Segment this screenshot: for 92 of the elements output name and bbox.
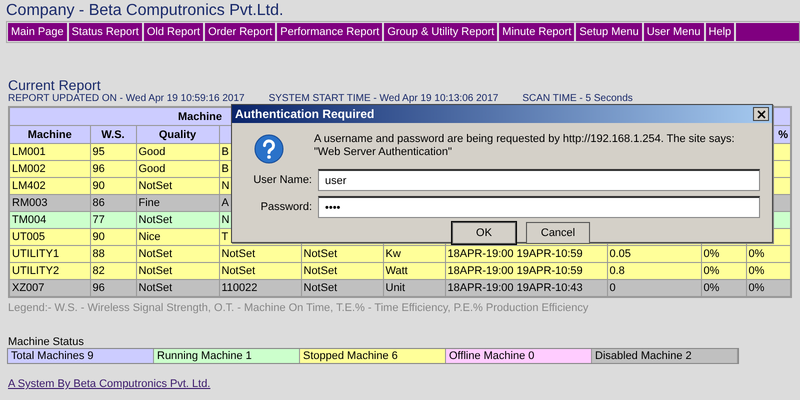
table-cell: N: [222, 180, 230, 192]
table-cell: UTILITY1: [12, 248, 60, 260]
table-cell: 0%: [704, 265, 720, 277]
nav-link[interactable]: Help: [706, 23, 734, 41]
nav-link[interactable]: Order Report: [205, 23, 276, 41]
nav-link[interactable]: Group & Utility Report: [384, 23, 498, 41]
table-cell: B: [222, 163, 229, 175]
nav-link[interactable]: Old Report: [144, 23, 204, 41]
table-cell: NotSet: [138, 265, 172, 277]
dialog-button[interactable]: Cancel: [526, 222, 590, 244]
report-updated-text: REPORT UPDATED ON - Wed Apr 19 10:59:16 2017: [8, 93, 245, 105]
password-field[interactable]: ••••: [318, 196, 760, 218]
table-cell: 0%: [704, 282, 720, 294]
dialog-button[interactable]: OK: [452, 222, 516, 244]
column-header: Quality: [136, 126, 219, 144]
table-cell: 0%: [748, 248, 764, 260]
table-cell: 95: [92, 146, 105, 158]
table-cell: B: [222, 146, 229, 158]
page-title: Company - Beta Computronics Pvt.Ltd.: [5, 1, 284, 21]
table-cell: NotSet: [304, 265, 338, 277]
table-cell: 88: [92, 248, 105, 260]
report-heading: Current Report: [8, 77, 102, 93]
table-cell: Watt: [386, 265, 408, 277]
system-start-time-text: SYSTEM START TIME - Wed Apr 19 10:13:06 2017: [268, 93, 498, 105]
table-cell: LM001: [12, 146, 46, 158]
table-cell: NotSet: [138, 214, 172, 226]
nav-bar-filler: [736, 23, 799, 41]
nav-link[interactable]: Minute Report: [499, 23, 574, 41]
machine-status-cell: Running Machine 1: [154, 349, 300, 363]
nav-link[interactable]: Setup Menu: [576, 23, 642, 41]
table-cell: 18APR-19:00 19APR-10:59: [448, 248, 583, 260]
table-cell: 110022: [222, 282, 258, 294]
table-cell: 18APR-19:00 19APR-10:59: [448, 265, 583, 277]
table-cell: 90: [92, 180, 105, 192]
table-cell: 86: [92, 197, 105, 209]
table-cell: LM002: [12, 163, 46, 175]
table-cell: 0.05: [610, 248, 631, 260]
table-cell: A: [222, 197, 229, 209]
question-icon: [254, 134, 284, 164]
table-cell: NotSet: [138, 282, 172, 294]
table-cell: T: [222, 231, 228, 243]
table-cell: Nice: [138, 231, 161, 243]
table-cell: NotSet: [222, 248, 256, 260]
table-cell: 90: [92, 231, 105, 243]
table-cell: Fine: [138, 197, 160, 209]
table-cell: N: [222, 214, 230, 226]
table-cell: 0%: [748, 282, 764, 294]
table-cell: 96: [92, 163, 105, 175]
table-cell: NotSet: [304, 248, 338, 260]
nav-link[interactable]: Main Page: [8, 23, 67, 41]
table-cell: 0.8: [610, 265, 625, 277]
table-cell: 0%: [704, 248, 720, 260]
table-cell: RM003: [12, 197, 48, 209]
table-cell: Kw: [386, 248, 401, 260]
username-label: User Name:: [252, 174, 313, 186]
table-cell: Good: [138, 146, 166, 158]
close-icon: [756, 110, 766, 118]
nav-link[interactable]: Status Report: [68, 23, 142, 41]
scan-time-text: SCAN TIME - 5 Seconds: [522, 93, 633, 105]
legend-text: Legend:- W.S. - Wireless Signal Strength, O.T. - Machine On Time, T.E.% - Time Efficiency, P.E.% Production Efficiency: [8, 302, 590, 314]
table-cell: UTILITY2: [12, 265, 60, 277]
username-field[interactable]: user: [318, 169, 760, 191]
table-cell: 96: [92, 282, 105, 294]
table-cell: 0: [610, 282, 616, 294]
table-cell: TM004: [12, 214, 46, 226]
table-cell: 0%: [748, 265, 764, 277]
close-button[interactable]: [753, 107, 769, 121]
table-cell: NotSet: [304, 282, 338, 294]
table-cell: NotSet: [138, 180, 172, 192]
footer-link[interactable]: A System By Beta Computronics Pvt. Ltd.: [8, 378, 210, 390]
table-cell: NotSet: [138, 248, 172, 260]
table-cell: 18APR-19:00 19APR-10:43: [448, 282, 583, 294]
table-cell: 77: [92, 214, 105, 226]
machine-status-cell: Total Machines 9: [8, 349, 154, 363]
machine-status-cell: Stopped Machine 6: [300, 349, 446, 363]
column-header: Machine: [9, 126, 90, 144]
machine-status-cell: Disabled Machine 2: [592, 349, 738, 363]
table-cell: Unit: [386, 282, 406, 294]
password-label: Password:: [260, 201, 313, 213]
table-cell: 82: [92, 265, 105, 277]
machine-status-heading: Machine Status: [8, 336, 85, 348]
table-cell: UT005: [12, 231, 46, 243]
table-cell: Good: [138, 163, 166, 175]
machine-status-cell: Offline Machine 0: [446, 349, 592, 363]
nav-link[interactable]: User Menu: [644, 23, 704, 41]
dialog-message: A username and password are being requested by http://192.168.1.254. The site says: "Web Server Authentication": [314, 133, 736, 159]
table-cell: XZ007: [12, 282, 44, 294]
column-header: W.S.: [90, 126, 136, 144]
dialog-title: Authentication Required: [235, 107, 374, 121]
table-cell: LM402: [12, 180, 46, 192]
table-cell: NotSet: [222, 265, 256, 277]
nav-link[interactable]: Performance Report: [277, 23, 382, 41]
